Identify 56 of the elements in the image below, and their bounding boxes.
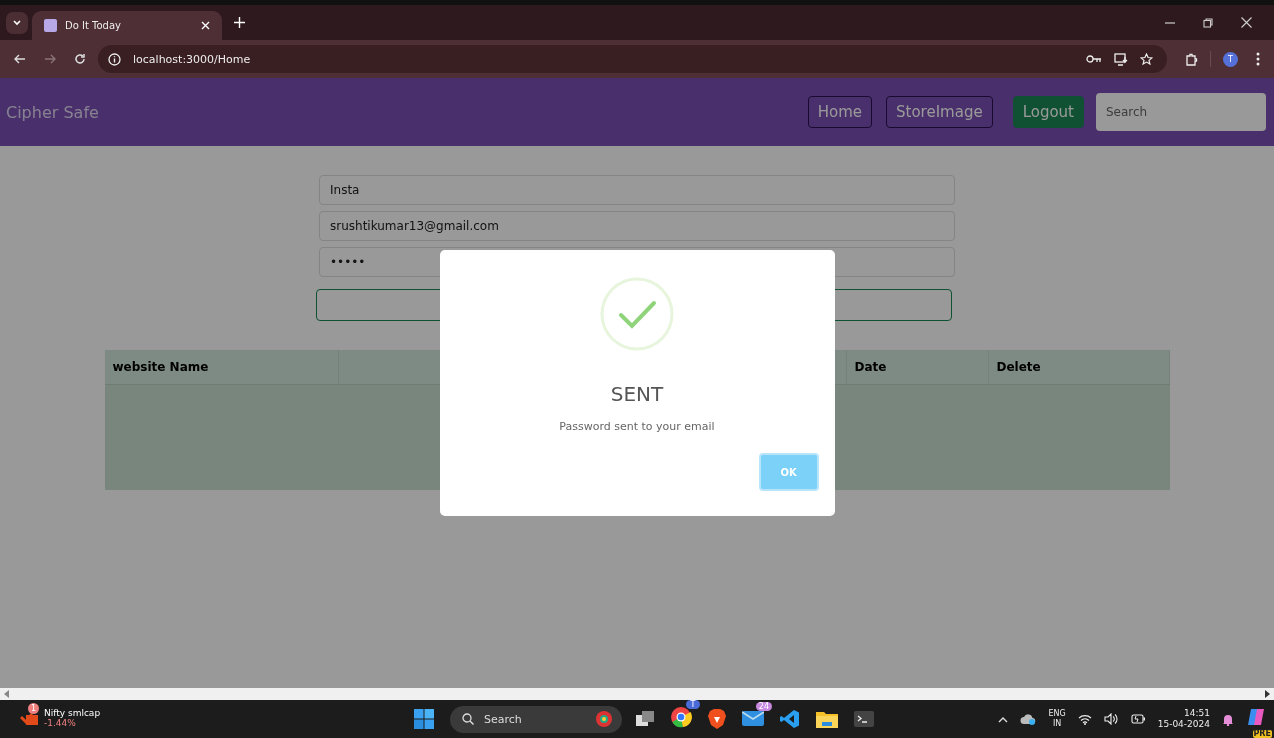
input-field[interactable]: Insta [319,175,955,205]
widget-change: -1.44% [44,719,77,729]
terminal-icon[interactable] [854,711,874,727]
language-indicator[interactable]: ENG IN [1048,709,1066,729]
more-icon[interactable] [1256,52,1260,66]
code-editor-icon[interactable] [780,709,800,729]
preview-badge: PRE [1252,730,1272,738]
plus-icon[interactable] [234,17,245,28]
unread-count-badge: 24 [755,702,772,711]
windows-start-icon[interactable] [414,709,434,729]
tab-title: Do It Today [65,20,122,31]
dialog-title: SENT [610,382,664,406]
clock[interactable]: 14:51 15-04-2024 [1157,707,1210,731]
scroll-left-icon[interactable] [4,690,10,698]
scroll-right-icon[interactable] [1264,690,1270,698]
volume-icon[interactable] [1103,713,1119,725]
close-icon[interactable] [1241,17,1252,28]
back-icon[interactable] [14,53,26,65]
input-field[interactable]: srushtikumar13@gmail.com [319,211,955,241]
profile-avatar[interactable]: T [1223,51,1238,67]
cloud-icon[interactable] [1020,713,1037,725]
nav-button[interactable]: StoreImage [886,96,993,128]
search-icon [462,713,474,725]
chevron-up-icon[interactable] [998,715,1009,723]
chrome-icon[interactable] [670,706,692,728]
key-icon[interactable] [1086,54,1102,64]
folder-icon[interactable] [816,710,838,728]
bell-icon[interactable] [1222,712,1234,726]
nav-button[interactable]: Home [807,96,872,128]
url-text: localhost:3000/Home [133,52,251,66]
star-icon[interactable] [1140,52,1153,66]
taskbar-search[interactable]: Search [450,705,622,733]
tab-menu-button[interactable] [6,11,28,34]
success-check-icon [599,276,675,352]
browser-tab[interactable]: Do It Today [32,10,222,41]
battery-icon[interactable] [1130,714,1146,724]
horizontal-scrollbar[interactable] [0,688,1274,700]
column-header: Date [846,350,989,384]
profile-badge: T [686,700,700,709]
info-icon [108,52,121,66]
column-header: website Name [104,350,339,384]
task-view-icon[interactable] [636,711,654,727]
mail-icon[interactable] [742,708,764,726]
restore-icon[interactable] [1203,17,1213,28]
install-app-icon[interactable] [1114,52,1128,66]
favicon-icon [44,19,57,32]
widget-title[interactable]: Nifty smlcap [44,709,101,719]
search-field[interactable]: Search [1096,93,1266,131]
column-header: Delete [988,350,1170,384]
wifi-icon[interactable] [1077,713,1092,725]
notification-badge: 1 [28,703,39,714]
reload-icon[interactable] [74,53,86,65]
forward-icon[interactable] [44,53,56,65]
chevron-down-icon [12,17,22,28]
address-bar[interactable]: localhost:3000/Home [98,45,1167,73]
dialog-message: Password sent to your email [559,420,715,433]
